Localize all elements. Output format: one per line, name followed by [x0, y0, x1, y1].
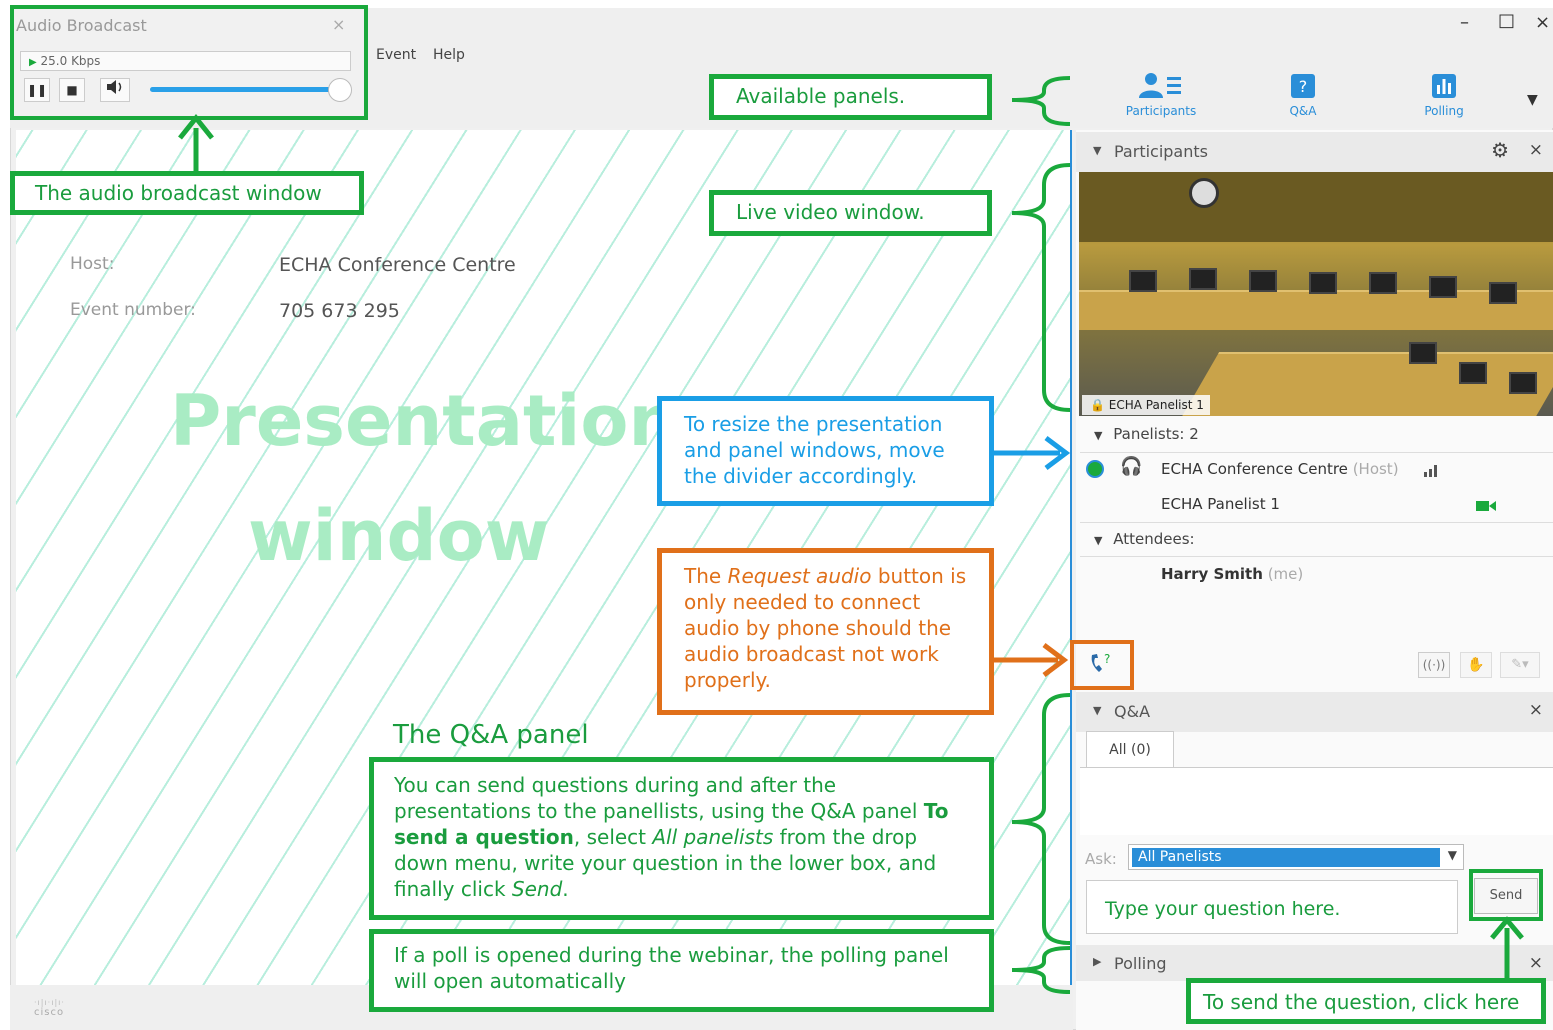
arrow-up-audio — [178, 113, 214, 171]
annotation-arrows — [178, 76, 1524, 994]
arrow-request-audio — [994, 643, 1069, 677]
arrow-up-send — [1490, 916, 1524, 978]
brace-live-video — [1011, 163, 1071, 412]
arrow-resize-divider — [994, 436, 1071, 470]
brace-polling — [1011, 946, 1071, 994]
brace-qa-panel — [1011, 693, 1071, 945]
brace-available-panels — [1011, 76, 1071, 126]
